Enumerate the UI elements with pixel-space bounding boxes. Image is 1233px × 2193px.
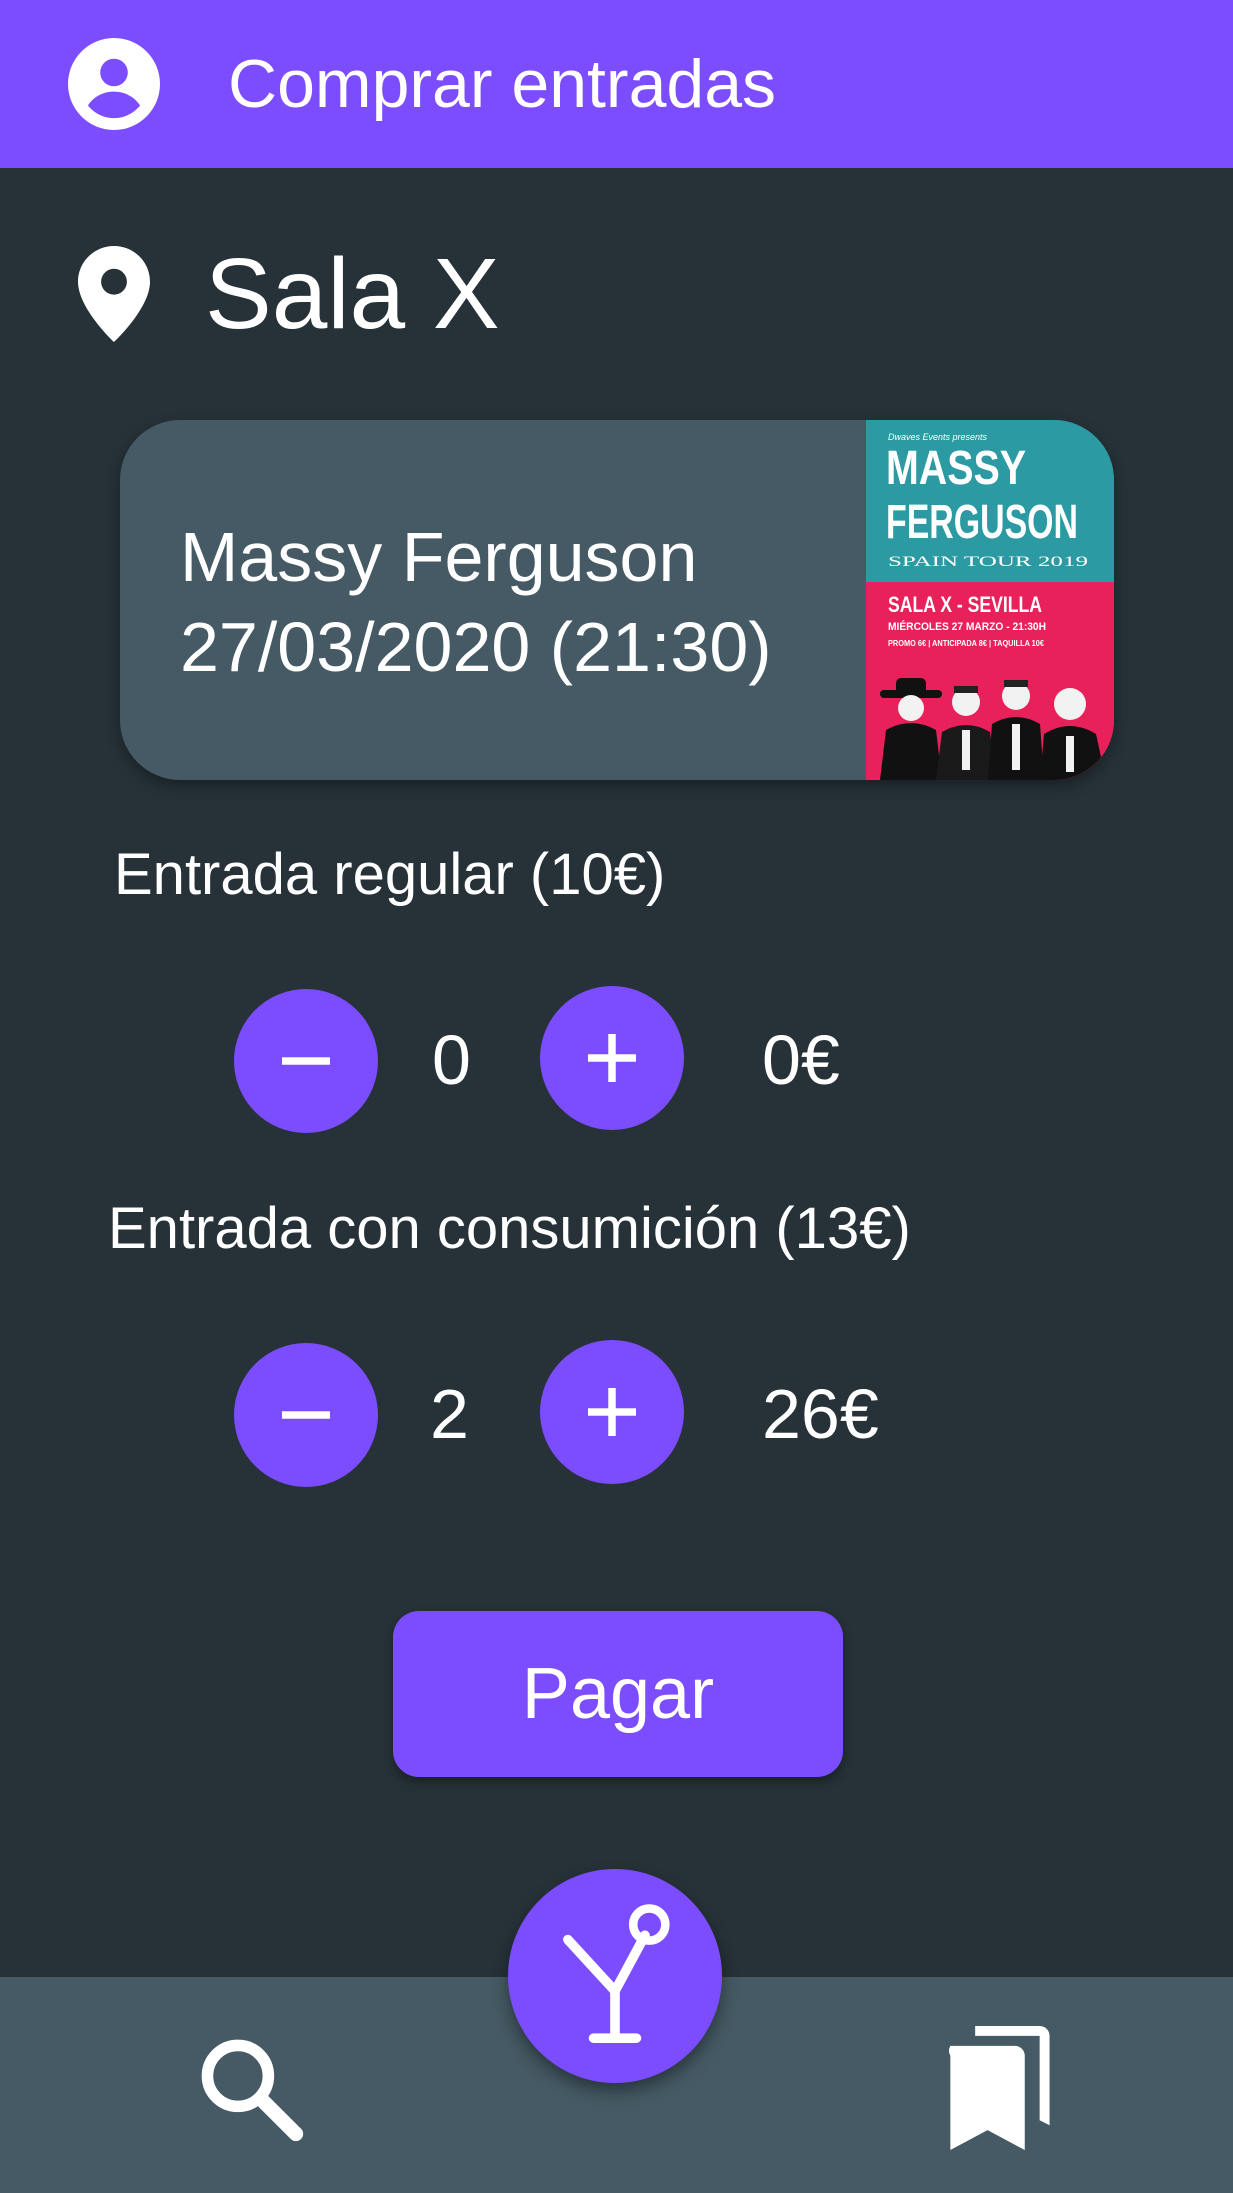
plus-icon	[588, 1388, 636, 1436]
poster-band-photo	[866, 652, 1114, 780]
poster-prices-line: PROMO 6€ | ANTICIPADA 8€ | TAQUILLA 10€	[888, 639, 1045, 648]
ticket-drink-decrement-button[interactable]	[234, 1343, 378, 1487]
ticket-regular-label: Entrada regular (10€)	[114, 842, 666, 907]
poster-presenter: Dwaves Events presents	[888, 432, 988, 442]
plus-icon	[588, 1034, 636, 1082]
ticket-drink-quantity: 2	[430, 1375, 469, 1453]
ticket-drink-subtotal: 26€	[762, 1375, 879, 1453]
event-artist: Massy Ferguson	[180, 518, 698, 596]
minus-icon	[282, 1411, 330, 1419]
venue-name: Sala X	[205, 238, 500, 350]
bookmarks-icon[interactable]	[940, 2026, 1050, 2150]
account-circle-icon[interactable]	[68, 38, 160, 130]
ticket-regular-quantity: 0	[432, 1021, 471, 1099]
search-icon[interactable]	[192, 2030, 308, 2146]
ticket-drink-increment-button[interactable]	[540, 1340, 684, 1484]
poster-date-line: MIÉRCOLES 27 MARZO - 21:30H	[888, 620, 1046, 633]
ticket-regular-increment-button[interactable]	[540, 986, 684, 1130]
location-pin-icon	[78, 246, 150, 342]
poster-headline-2: FERGUSON	[886, 496, 1078, 549]
poster-headline-1: MASSY	[886, 442, 1026, 495]
poster-venue-city: SALA X - SEVILLA	[888, 592, 1042, 617]
event-poster: Dwaves Events presents MASSY FERGUSON SP…	[866, 420, 1114, 780]
minus-icon	[282, 1057, 330, 1065]
event-card[interactable]: Massy Ferguson 27/03/2020 (21:30) Dwaves…	[120, 420, 1114, 780]
ticket-drink-label: Entrada con consumición (13€)	[108, 1196, 911, 1261]
cocktail-logo-icon	[563, 1904, 670, 2043]
pay-button[interactable]: Pagar	[393, 1611, 843, 1777]
page-title: Comprar entradas	[228, 46, 777, 122]
cocktail-logo-button[interactable]	[508, 1869, 722, 2083]
poster-tour: SPAIN TOUR 2019	[888, 554, 1088, 570]
event-datetime: 27/03/2020 (21:30)	[180, 608, 772, 686]
event-info: Massy Ferguson 27/03/2020 (21:30)	[180, 512, 772, 692]
buy-tickets-screen: Comprar entradas Sala X Massy Ferguson 2…	[0, 0, 1233, 2193]
ticket-regular-decrement-button[interactable]	[234, 989, 378, 1133]
app-bar: Comprar entradas	[0, 0, 1233, 168]
ticket-regular-subtotal: 0€	[762, 1021, 840, 1099]
